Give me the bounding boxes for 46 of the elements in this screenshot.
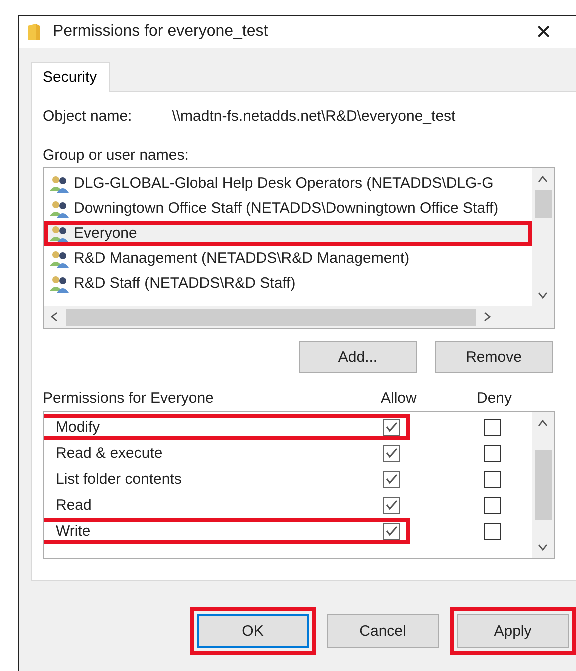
- users-icon: [50, 274, 70, 292]
- allow-checkbox[interactable]: [383, 444, 400, 462]
- users-icon: [50, 200, 70, 218]
- allow-checkbox[interactable]: [383, 418, 400, 436]
- deny-checkbox[interactable]: [484, 522, 501, 540]
- deny-checkbox[interactable]: [484, 470, 501, 488]
- add-button[interactable]: Add...: [299, 341, 417, 373]
- group-item[interactable]: Everyone: [44, 221, 532, 246]
- remove-button[interactable]: Remove: [435, 341, 553, 373]
- group-list-label: Group or user names:: [43, 147, 190, 164]
- security-tab[interactable]: Security: [31, 62, 110, 92]
- object-name-label: Object name:: [43, 108, 132, 125]
- deny-header: Deny: [477, 390, 514, 407]
- users-icon: [50, 174, 70, 192]
- object-path: \\madtn-fs.netadds.net\R&D\everyone_test: [172, 108, 456, 125]
- scrollbar[interactable]: [532, 168, 554, 306]
- allow-checkbox[interactable]: [383, 470, 400, 488]
- users-icon: [50, 250, 70, 268]
- permission-name: Modify: [56, 418, 102, 436]
- cancel-button[interactable]: Cancel: [327, 614, 439, 648]
- permission-name: Write: [56, 522, 92, 540]
- permission-name: List folder contents: [56, 470, 183, 488]
- deny-checkbox[interactable]: [484, 444, 501, 462]
- scroll-thumb[interactable]: [66, 308, 476, 326]
- folder-icon: [27, 23, 41, 41]
- users-icon: [50, 224, 70, 242]
- group-item[interactable]: R&D Staff (NETADDS\R&D Staff): [44, 271, 532, 296]
- ok-button[interactable]: OK: [197, 614, 309, 648]
- group-item[interactable]: R&D Management (NETADDS\R&D Management): [44, 246, 532, 271]
- scrollbar[interactable]: [532, 412, 554, 558]
- horizontal-scrollbar[interactable]: [44, 306, 554, 328]
- close-button[interactable]: ✕: [524, 20, 564, 44]
- allow-checkbox[interactable]: [383, 496, 400, 514]
- allow-header: Allow: [381, 390, 418, 407]
- group-item[interactable]: DLG-GLOBAL-Global Help Desk Operators (NETADDS\DLG-G: [44, 171, 532, 196]
- apply-button[interactable]: Apply: [457, 614, 569, 648]
- permission-name: Read: [56, 496, 93, 514]
- scroll-thumb[interactable]: [534, 190, 552, 218]
- scroll-thumb[interactable]: [534, 450, 552, 520]
- deny-checkbox[interactable]: [484, 496, 501, 514]
- allow-checkbox[interactable]: [383, 522, 400, 540]
- permission-name: Read & execute: [56, 444, 164, 462]
- window-title: Permissions for everyone_test: [53, 23, 270, 41]
- group-item[interactable]: Downingtown Office Staff (NETADDS\Downingtown Office Staff): [44, 196, 532, 221]
- deny-checkbox[interactable]: [484, 418, 501, 436]
- permissions-label: Permissions for Everyone: [43, 390, 215, 407]
